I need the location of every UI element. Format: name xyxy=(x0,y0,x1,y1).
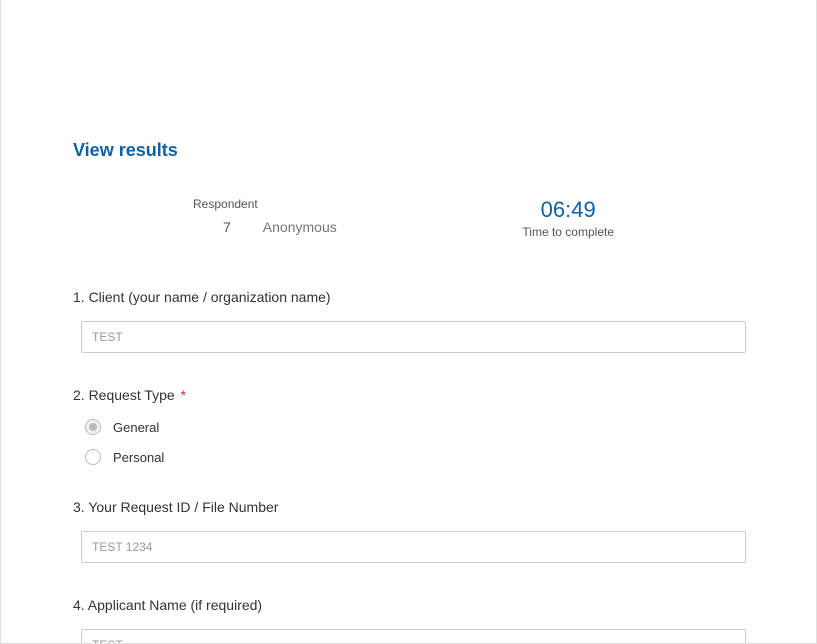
time-block: 06:49 Time to complete xyxy=(522,197,614,239)
option-label: Personal xyxy=(113,450,164,465)
respondent-number: 7 xyxy=(223,219,231,235)
question-label: 3. Your Request ID / File Number xyxy=(73,499,744,515)
question-request-id: 3. Your Request ID / File Number TEST 12… xyxy=(73,499,744,563)
time-label: Time to complete xyxy=(522,225,614,239)
radio-icon xyxy=(85,419,101,435)
question-label: 2. Request Type * xyxy=(73,387,744,403)
option-label: General xyxy=(113,420,159,435)
question-label: 4. Applicant Name (if required) xyxy=(73,597,744,613)
respondent-block: Respondent 7 Anonymous xyxy=(183,197,337,235)
respondent-label: Respondent xyxy=(193,197,337,211)
question-label-text: 2. Request Type xyxy=(73,387,175,403)
page-title: View results xyxy=(73,140,744,161)
meta-row: Respondent 7 Anonymous 06:49 Time to com… xyxy=(73,197,744,239)
time-value: 06:49 xyxy=(522,197,614,223)
content-wrapper: View results Respondent 7 Anonymous 06:4… xyxy=(1,0,816,644)
form-results-page: View results Respondent 7 Anonymous 06:4… xyxy=(0,0,817,644)
question-request-type: 2. Request Type * General Personal xyxy=(73,387,744,465)
request-id-field: TEST 1234 xyxy=(81,531,746,563)
applicant-name-field: TEST xyxy=(81,629,746,644)
question-client: 1. Client (your name / organization name… xyxy=(73,289,744,353)
options-list: General Personal xyxy=(85,419,744,465)
option-personal: Personal xyxy=(85,449,744,465)
required-star: * xyxy=(181,387,186,403)
client-field: TEST xyxy=(81,321,746,353)
option-general: General xyxy=(85,419,744,435)
radio-icon xyxy=(85,449,101,465)
question-applicant-name: 4. Applicant Name (if required) TEST xyxy=(73,597,744,644)
question-label: 1. Client (your name / organization name… xyxy=(73,289,744,305)
respondent-line: 7 Anonymous xyxy=(183,219,337,235)
respondent-name: Anonymous xyxy=(263,219,337,235)
